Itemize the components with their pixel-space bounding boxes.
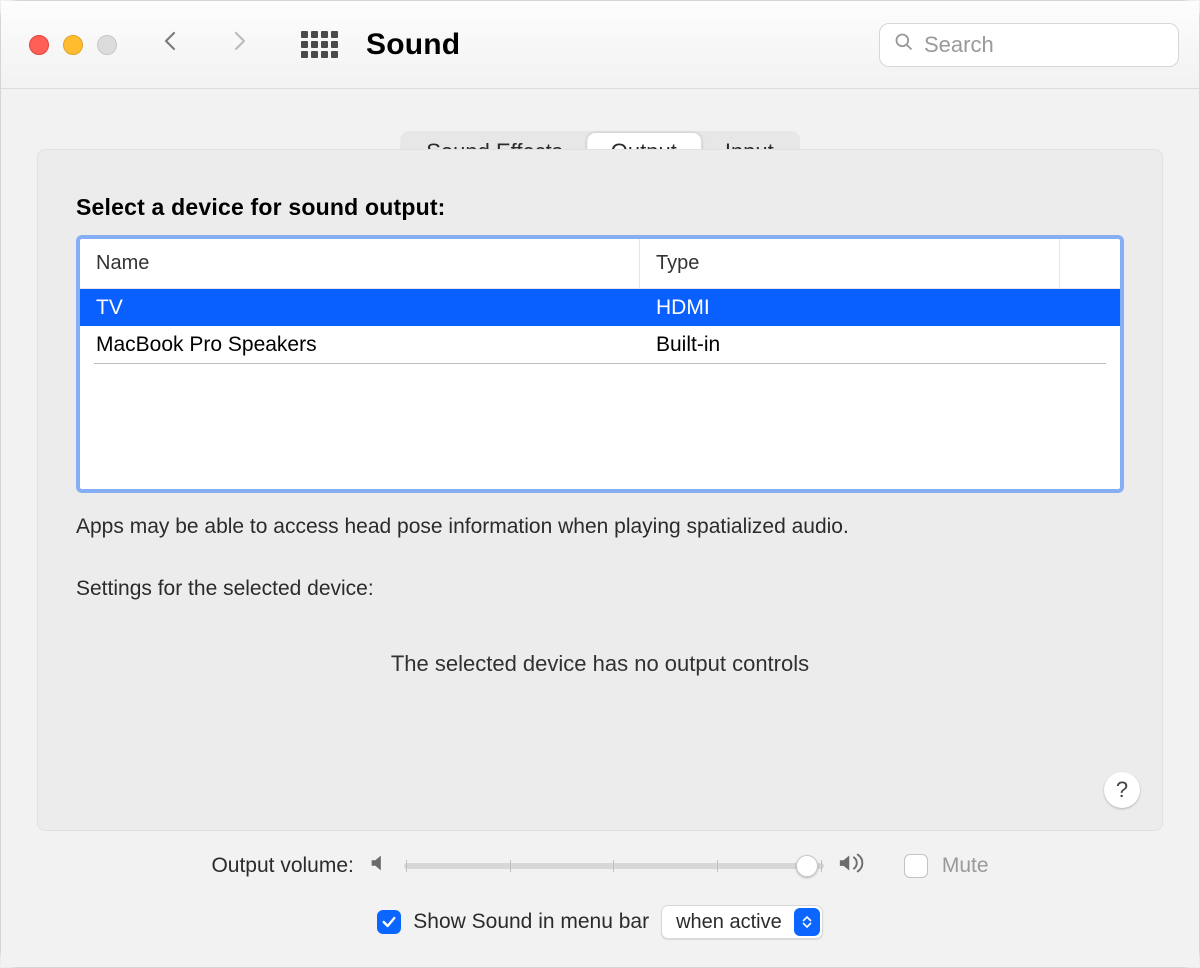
output-volume-row: Output volume: Mute	[1, 851, 1199, 881]
help-button[interactable]: ?	[1104, 772, 1140, 808]
mute-checkbox[interactable]	[904, 854, 928, 878]
show-all-prefs-button[interactable]	[301, 31, 338, 58]
show-sound-mode-popup[interactable]: when active	[661, 905, 823, 939]
nav-arrows	[159, 26, 257, 64]
popup-value: when active	[676, 911, 782, 934]
settings-for-device-label: Settings for the selected device:	[76, 577, 1124, 601]
show-sound-label: Show Sound in menu bar	[413, 910, 649, 934]
column-header-type[interactable]: Type	[640, 239, 1060, 288]
column-header-name[interactable]: Name	[80, 239, 640, 288]
window-controls	[29, 35, 117, 55]
forward-button[interactable]	[227, 26, 257, 64]
table-header: Name Type	[80, 239, 1120, 289]
back-button[interactable]	[159, 26, 189, 64]
slider-thumb[interactable]	[796, 855, 818, 877]
page-title: Sound	[366, 28, 460, 62]
device-type: Built-in	[640, 333, 1120, 357]
device-name: TV	[80, 296, 640, 320]
show-sound-checkbox[interactable]	[377, 910, 401, 934]
sound-preferences-window: Sound Sound Effects Output Input Select …	[0, 0, 1200, 968]
output-volume-label: Output volume:	[211, 854, 353, 878]
show-sound-in-menubar-row: Show Sound in menu bar when active	[1, 905, 1199, 939]
output-device-table[interactable]: Name Type TV HDMI MacBook Pro Speakers B…	[76, 235, 1124, 493]
table-row[interactable]: TV HDMI	[80, 289, 1120, 326]
device-type: HDMI	[640, 296, 1120, 320]
mute-label: Mute	[942, 854, 989, 878]
popup-stepper-icon	[794, 908, 820, 936]
output-volume-slider[interactable]	[404, 863, 824, 869]
table-row[interactable]: MacBook Pro Speakers Built-in	[80, 326, 1120, 363]
content-area: Sound Effects Output Input Select a devi…	[1, 89, 1199, 967]
table-divider	[94, 363, 1106, 364]
spatial-audio-hint: Apps may be able to access head pose inf…	[76, 515, 1124, 539]
no-output-controls-text: The selected device has no output contro…	[76, 651, 1124, 677]
device-name: MacBook Pro Speakers	[80, 333, 640, 357]
titlebar: Sound	[1, 1, 1199, 89]
close-window-button[interactable]	[29, 35, 49, 55]
volume-high-icon	[838, 851, 868, 881]
search-input[interactable]	[924, 32, 1164, 58]
volume-low-icon	[368, 852, 390, 880]
search-icon	[894, 32, 914, 58]
minimize-window-button[interactable]	[63, 35, 83, 55]
select-device-label: Select a device for sound output:	[76, 194, 1124, 221]
output-panel: Select a device for sound output: Name T…	[37, 149, 1163, 831]
zoom-window-button[interactable]	[97, 35, 117, 55]
footer-controls: Output volume: Mute Show Sound in	[1, 831, 1199, 967]
search-field[interactable]	[879, 23, 1179, 67]
